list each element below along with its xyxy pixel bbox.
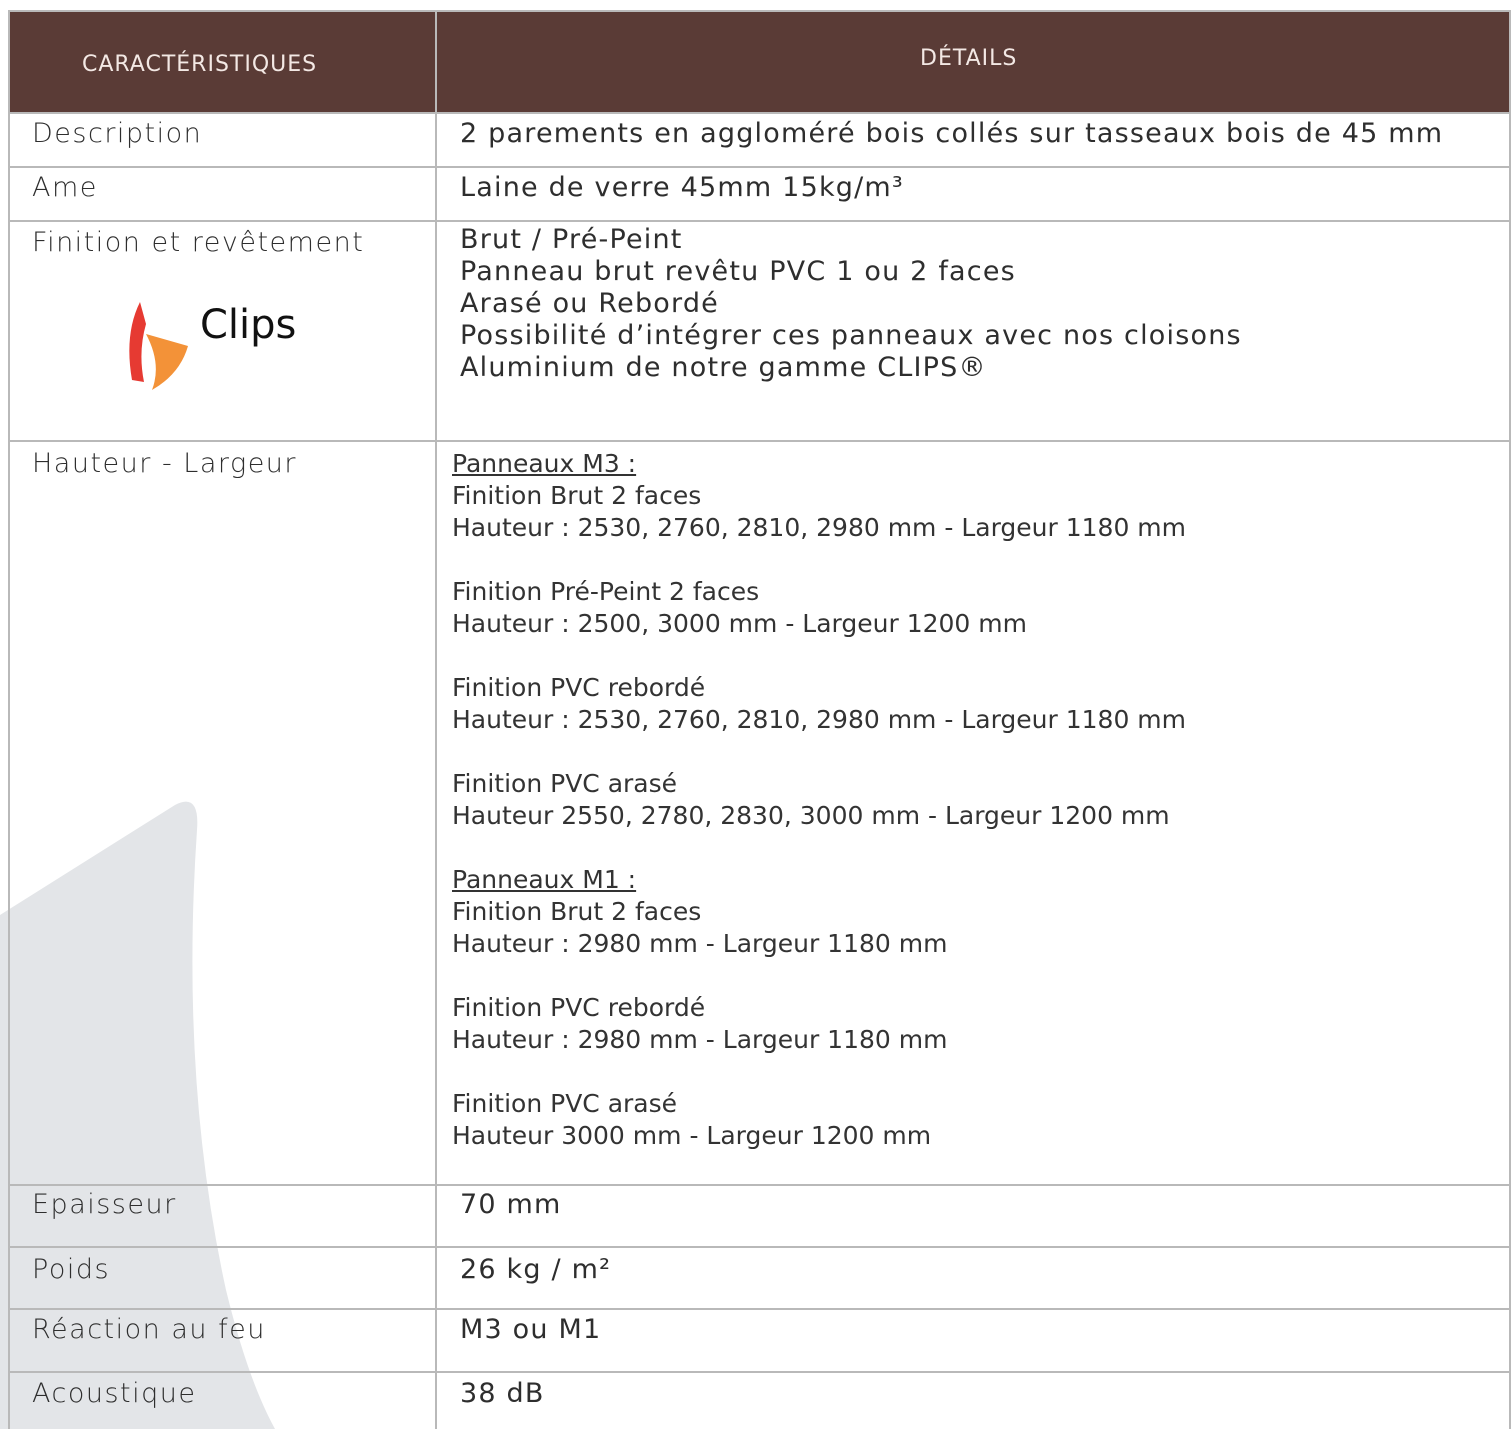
finition-line: Possibilité d’intégrer ces panneaux avec… <box>460 320 1242 351</box>
row-value-finition: Brut / Pré-Peint Panneau brut revêtu PVC… <box>460 224 1242 384</box>
row-label-description: Description <box>32 118 203 149</box>
row-value-epaisseur: 70 mm <box>460 1189 562 1220</box>
row-divider <box>8 1246 1511 1248</box>
finition-line: Arasé ou Rebordé <box>460 288 719 319</box>
row-divider <box>8 10 1511 12</box>
row-value-description: 2 parements en aggloméré bois collés sur… <box>460 118 1444 149</box>
spec-detail: Hauteur : 2530, 2760, 2810, 2980 mm - La… <box>452 513 1187 542</box>
column-divider <box>435 10 437 1429</box>
row-label-poids: Poids <box>32 1254 111 1285</box>
clips-logo: Clips <box>118 294 296 398</box>
row-value-feu: M3 ou M1 <box>460 1314 602 1345</box>
spec-detail: Hauteur 3000 mm - Largeur 1200 mm <box>452 1121 932 1150</box>
spec-detail: Hauteur : 2500, 3000 mm - Largeur 1200 m… <box>452 609 1027 638</box>
left-border <box>8 10 10 1429</box>
m3-title: Panneaux M3 : <box>452 449 637 478</box>
row-label-feu: Réaction au feu <box>32 1314 266 1345</box>
m1-title: Panneaux M1 : <box>452 865 637 894</box>
spec-title: Finition PVC arasé <box>452 769 678 798</box>
row-divider <box>8 112 1511 114</box>
clips-logo-icon <box>129 302 188 390</box>
header-caracteristiques: CARACTÉRISTIQUES <box>82 52 318 77</box>
spec-detail: Hauteur : 2530, 2760, 2810, 2980 mm - La… <box>452 705 1187 734</box>
spec-title: Finition Brut 2 faces <box>452 897 702 926</box>
row-divider <box>8 1184 1511 1186</box>
row-divider <box>8 1308 1511 1310</box>
row-label-acoustique: Acoustique <box>32 1378 197 1409</box>
row-value-acoustique: 38 dB <box>460 1378 545 1409</box>
spec-detail: Hauteur 2550, 2780, 2830, 3000 mm - Larg… <box>452 801 1170 830</box>
row-label-dimensions: Hauteur - Largeur <box>32 448 298 479</box>
finition-line: Panneau brut revêtu PVC 1 ou 2 faces <box>460 256 1016 287</box>
table-header: CARACTÉRISTIQUES DÉTAILS <box>8 10 1511 112</box>
row-label-finition: Finition et revêtement <box>32 227 365 258</box>
row-label-epaisseur: Epaisseur <box>32 1189 177 1220</box>
row-value-poids: 26 kg / m² <box>460 1254 612 1285</box>
row-value-dimensions: Panneaux M3 : Finition Brut 2 faces Haut… <box>452 448 1186 1152</box>
row-divider <box>8 220 1511 222</box>
row-divider <box>8 166 1511 168</box>
row-label-ame: Ame <box>32 172 98 203</box>
spec-title: Finition Pré-Peint 2 faces <box>452 577 760 606</box>
right-border <box>1509 10 1511 1429</box>
row-divider <box>8 1371 1511 1373</box>
clips-logo-text: Clips <box>200 302 297 348</box>
spec-title: Finition PVC rebordé <box>452 673 706 702</box>
spec-title: Finition PVC rebordé <box>452 993 706 1022</box>
spec-detail: Hauteur : 2980 mm - Largeur 1180 mm <box>452 929 948 958</box>
spec-detail: Hauteur : 2980 mm - Largeur 1180 mm <box>452 1025 948 1054</box>
spec-title: Finition PVC arasé <box>452 1089 678 1118</box>
header-details: DÉTAILS <box>920 46 1018 71</box>
spec-title: Finition Brut 2 faces <box>452 481 702 510</box>
finition-line: Aluminium de notre gamme CLIPS® <box>460 352 987 383</box>
finition-line: Brut / Pré-Peint <box>460 224 683 255</box>
row-divider <box>8 440 1511 442</box>
row-value-ame: Laine de verre 45mm 15kg/m³ <box>460 172 904 203</box>
